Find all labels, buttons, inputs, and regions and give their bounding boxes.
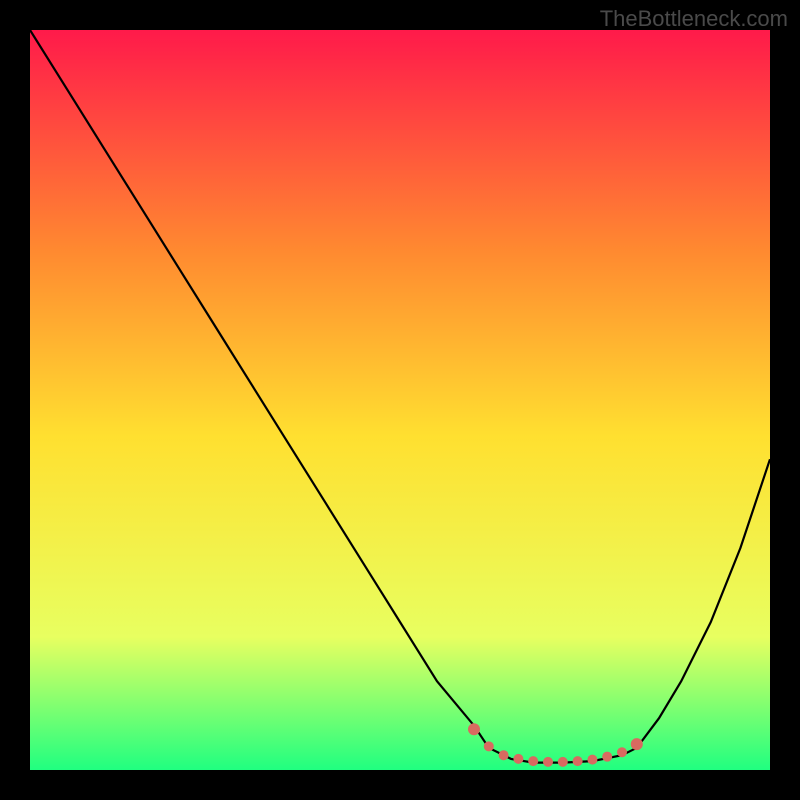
chart-container: TheBottleneck.com [0,0,800,800]
marker-point [528,756,538,766]
marker-point [484,741,494,751]
marker-point [558,757,568,767]
watermark-text: TheBottleneck.com [600,6,788,32]
marker-point [617,747,627,757]
marker-point [573,756,583,766]
marker-point [499,750,509,760]
gradient-background [30,30,770,770]
marker-point [631,738,643,750]
plot-area [30,30,770,770]
marker-point [513,754,523,764]
marker-point [587,755,597,765]
chart-svg [30,30,770,770]
marker-point [602,752,612,762]
marker-point [468,723,480,735]
marker-point [543,757,553,767]
